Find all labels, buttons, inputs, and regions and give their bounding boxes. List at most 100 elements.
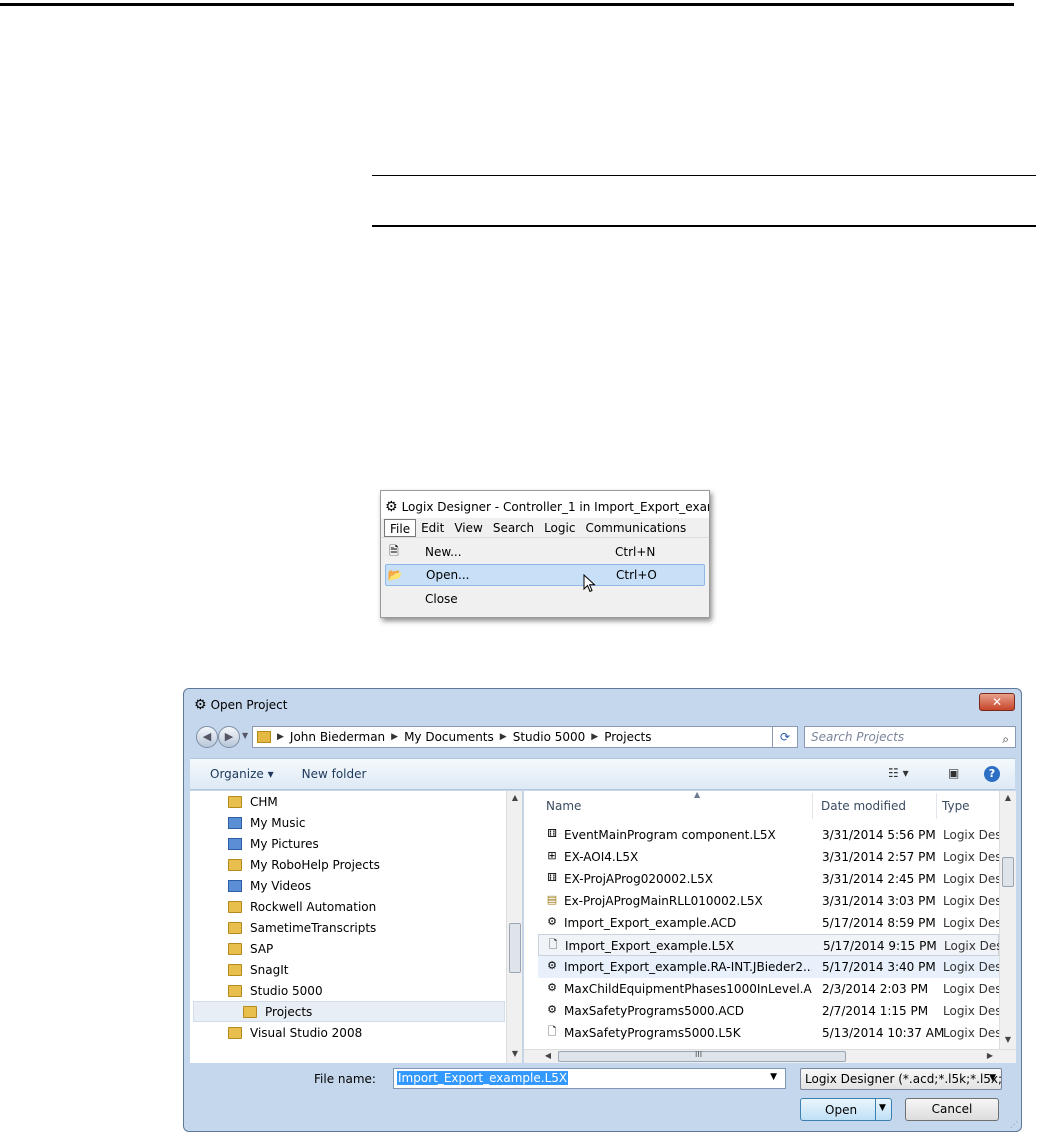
logix-icon: ⚙ xyxy=(547,981,557,994)
breadcrumb-user[interactable]: John Biederman xyxy=(290,730,385,744)
nav-item-projects[interactable]: Projects xyxy=(193,1001,505,1022)
view-options-icon[interactable]: ☷ ▾ xyxy=(888,766,909,780)
scroll-down-icon[interactable]: ▼ xyxy=(1000,1035,1016,1044)
logix-app-icon: ⚙ xyxy=(194,697,207,713)
refresh-icon[interactable]: ⟳ xyxy=(772,726,798,748)
breadcrumb-projects[interactable]: Projects xyxy=(604,730,651,744)
nav-item-label: My Music xyxy=(250,815,306,830)
header-rule xyxy=(0,3,1014,6)
file-row[interactable]: ⚙ MaxChildEquipmentPhases1000InLevel.A..… xyxy=(538,978,999,1000)
menu-item-close-label: Close xyxy=(425,592,458,606)
file-row[interactable]: ⚅ EX-ProjAProg020002.L5X 3/31/2014 2:45 … xyxy=(538,868,999,890)
back-button[interactable]: ◀ xyxy=(196,726,218,748)
logix-icon: ⚙ xyxy=(547,959,557,972)
nav-scroll-thumb[interactable] xyxy=(509,923,521,973)
cancel-button[interactable]: Cancel xyxy=(905,1098,999,1121)
help-icon[interactable]: ? xyxy=(984,766,1000,782)
file-date: 5/17/2014 3:40 PM xyxy=(822,960,936,974)
file-type: Logix Des xyxy=(943,828,999,842)
close-button[interactable]: ✕ xyxy=(979,693,1015,711)
nav-item-my-videos[interactable]: My Videos xyxy=(228,875,311,896)
file-row[interactable]: ⚙ MaxSafetyPrograms5000.ACD 2/7/2014 1:1… xyxy=(538,1000,999,1022)
scroll-left-icon[interactable]: ◀ xyxy=(540,1051,556,1060)
open-options-dropdown-icon[interactable]: ▼ xyxy=(879,1103,886,1113)
file-list-vscrollbar[interactable]: ▲ ▼ xyxy=(999,791,1016,1049)
file-date: 3/31/2014 2:45 PM xyxy=(822,872,936,886)
nav-item-rockwell[interactable]: Rockwell Automation xyxy=(228,896,376,917)
breadcrumb-documents[interactable]: My Documents xyxy=(404,730,494,744)
column-header-name[interactable]: Name xyxy=(546,799,581,813)
nav-item-my-pictures[interactable]: My Pictures xyxy=(228,833,319,854)
scroll-up-icon[interactable]: ▲ xyxy=(1000,793,1016,802)
menu-communications[interactable]: Communications xyxy=(580,519,691,537)
nav-item-label: SametimeTranscripts xyxy=(250,920,377,935)
file-type-value: Logix Designer (*.acd;*.l5k;*.l5x; xyxy=(805,1072,1002,1086)
file-menu-dropdown: 🗎 New... Ctrl+N 📂 Open... Ctrl+O Close xyxy=(381,538,709,617)
nav-item-chm[interactable]: CHM xyxy=(228,791,278,812)
organize-button[interactable]: Organize ▾ xyxy=(210,767,274,781)
file-row[interactable]: ⚅ EventMainProgram component.L5X 3/31/20… xyxy=(538,824,999,846)
file-name-value: Import_Export_example.L5X xyxy=(397,1071,569,1085)
file-name-input[interactable]: Import_Export_example.L5X ▼ xyxy=(393,1068,786,1089)
nav-item-my-music[interactable]: My Music xyxy=(228,812,305,833)
file-row[interactable]: ⊞ EX-AOI4.L5X 3/31/2014 2:57 PM Logix De… xyxy=(538,846,999,868)
menu-item-open-shortcut: Ctrl+O xyxy=(616,568,657,582)
file-type-dropdown-icon[interactable]: ▼ xyxy=(989,1073,996,1083)
file-row[interactable]: ▤ Ex-ProjAProgMainRLL010002.L5X 3/31/201… xyxy=(538,890,999,912)
menu-search[interactable]: Search xyxy=(488,519,539,537)
file-name: EX-ProjAProg020002.L5X xyxy=(564,872,713,886)
address-bar[interactable]: ▶ John Biederman ▶ My Documents ▶ Studio… xyxy=(252,726,792,748)
file-name: EX-AOI4.L5X xyxy=(564,850,639,864)
file-vscroll-thumb[interactable] xyxy=(1002,857,1014,887)
menu-item-new[interactable]: 🗎 New... Ctrl+N xyxy=(385,541,705,563)
nav-item-sametime[interactable]: SametimeTranscripts xyxy=(228,917,376,938)
nav-item-visual-studio[interactable]: Visual Studio 2008 xyxy=(228,1022,362,1043)
file-date: 3/31/2014 3:03 PM xyxy=(822,894,936,908)
column-header-type[interactable]: Type xyxy=(942,799,970,813)
file-row[interactable]: ⚙ Import_Export_example.ACD 5/17/2014 8:… xyxy=(538,912,999,934)
file-row[interactable]: ⚙ Import_Export_example.RA-INT.JBieder2.… xyxy=(538,956,999,978)
menu-view[interactable]: View xyxy=(449,519,487,537)
nav-item-sap[interactable]: SAP xyxy=(228,938,273,959)
nav-item-studio5000[interactable]: Studio 5000 xyxy=(228,980,323,1001)
file-type: Logix Des xyxy=(943,982,999,996)
file-name-dropdown-icon[interactable]: ▼ xyxy=(770,1072,777,1082)
file-hscroll-thumb[interactable]: III xyxy=(558,1050,846,1062)
search-input[interactable]: Search Projects ⌕ xyxy=(804,726,1016,748)
file-type-select[interactable]: Logix Designer (*.acd;*.l5k;*.l5x; ▼ xyxy=(800,1068,1002,1090)
folder-icon xyxy=(228,1026,242,1039)
menu-logic[interactable]: Logic xyxy=(539,519,580,537)
file-row-selected[interactable]: 🗋 Import_Export_example.L5X 5/17/2014 9:… xyxy=(538,934,1000,956)
scroll-right-icon[interactable]: ▶ xyxy=(982,1051,998,1060)
resize-grip-icon[interactable]: ⋰ xyxy=(1010,1120,1018,1129)
menu-item-close[interactable]: Close xyxy=(385,588,705,610)
nav-item-label: SAP xyxy=(250,941,274,956)
forward-button[interactable]: ▶ xyxy=(218,726,240,748)
file-type: Logix Des xyxy=(943,960,999,974)
file-name: MaxSafetyPrograms5000.L5K xyxy=(564,1026,741,1040)
scroll-down-icon[interactable]: ▼ xyxy=(507,1049,522,1058)
file-date: 5/17/2014 8:59 PM xyxy=(822,916,936,930)
breadcrumb-separator-icon: ▶ xyxy=(499,732,507,742)
search-icon[interactable]: ⌕ xyxy=(1002,729,1009,749)
breadcrumb-studio5000[interactable]: Studio 5000 xyxy=(513,730,586,744)
file-type: Logix Des xyxy=(943,850,999,864)
nav-item-robohelp[interactable]: My RoboHelp Projects xyxy=(228,854,380,875)
note-rule-top xyxy=(372,175,1036,176)
file-list-hscrollbar[interactable]: ◀ III ▶ xyxy=(524,1049,1016,1063)
scroll-up-icon[interactable]: ▲ xyxy=(507,793,522,802)
menu-file[interactable]: File xyxy=(384,518,417,537)
nav-item-snagit[interactable]: SnagIt xyxy=(228,959,288,980)
nav-scrollbar[interactable]: ▲ ▼ xyxy=(506,791,522,1063)
preview-pane-icon[interactable]: ▣ xyxy=(948,766,959,780)
recent-locations-icon[interactable]: ▼ xyxy=(242,731,248,740)
open-button[interactable]: Open ▼ xyxy=(800,1098,892,1121)
file-name: Ex-ProjAProgMainRLL010002.L5X xyxy=(564,894,763,908)
search-placeholder: Search Projects xyxy=(811,730,905,744)
file-row[interactable]: 🗋 MaxSafetyPrograms5000.L5K 5/13/2014 10… xyxy=(538,1022,999,1044)
column-header-date[interactable]: Date modified xyxy=(821,799,906,813)
menu-item-open[interactable]: 📂 Open... Ctrl+O xyxy=(385,564,705,586)
new-folder-button[interactable]: New folder xyxy=(302,767,367,781)
menu-edit[interactable]: Edit xyxy=(416,519,449,537)
file-type: Logix Des xyxy=(944,939,1000,953)
